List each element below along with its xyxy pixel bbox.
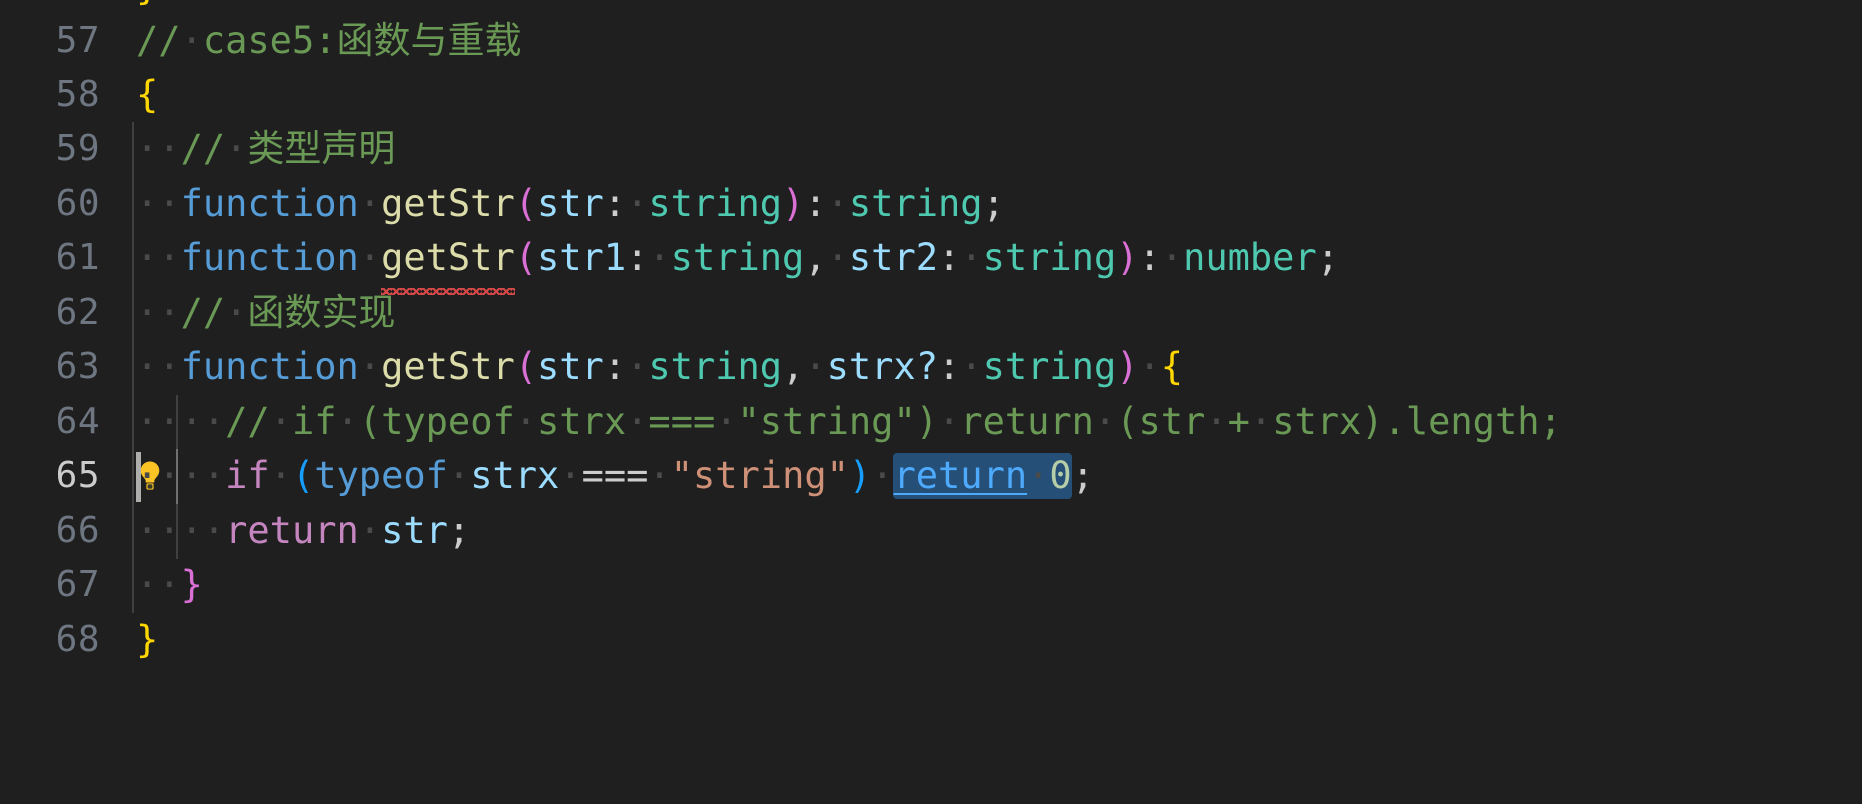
code-line-66[interactable]: ····return·str; xyxy=(118,504,1862,559)
selected-text-return-zero[interactable]: return·0 xyxy=(136,452,1072,502)
code-editor[interactable]: 56 57 58 59 60 61 62 63 64 65 66 67 68 }… xyxy=(0,0,1862,804)
code-line-68[interactable]: } xyxy=(118,613,1862,668)
editor-gutter[interactable]: 56 57 58 59 60 61 62 63 64 65 66 67 68 xyxy=(0,0,118,804)
code-line-63[interactable]: ··function·getStr(str:·string,·strx?:·st… xyxy=(118,340,1862,395)
line-number-68[interactable]: 68 xyxy=(0,613,100,668)
code-line-56[interactable]: } xyxy=(118,0,1862,15)
code-line-62[interactable]: ··//·函数实现 xyxy=(118,286,1862,341)
code-line-67[interactable]: ··} xyxy=(118,558,1862,613)
code-line-61[interactable]: ··function·getStr (str1:·string,·str2:·st… xyxy=(118,231,1862,294)
line-number-57[interactable]: 57 xyxy=(0,14,100,69)
function-implementation-signature: ··function·getStr(str:·string,·strx?:·st… xyxy=(136,345,1184,388)
code-line-57[interactable]: //·case5:函数与重载 xyxy=(118,14,1862,69)
return-str-statement: ····return·str; xyxy=(136,509,471,552)
code-line-65[interactable]: ····if·(typeof·strx·===·"string")· return… xyxy=(118,449,1862,504)
line-number-66[interactable]: 66 xyxy=(0,504,100,559)
code-line-58[interactable]: { xyxy=(118,68,1862,123)
code-line-64[interactable]: ····//·if·(typeof·strx·===·"string")·ret… xyxy=(118,395,1862,450)
code-line-59[interactable]: ··//·类型声明 xyxy=(118,122,1862,177)
comment-type-declaration: ··//·类型声明 xyxy=(136,127,396,170)
line-number-65[interactable]: 65 xyxy=(0,449,100,504)
if-statement-with-selection: ····if·(typeof·strx·===·"string")· return… xyxy=(136,449,1094,504)
comment-commented-out-return: ····//·if·(typeof·strx·===·"string")·ret… xyxy=(136,400,1562,443)
line-number-58[interactable]: 58 xyxy=(0,68,100,123)
comment-case5: //·case5:函数与重载 xyxy=(136,19,522,62)
error-squiggle-getStr: getStr xyxy=(381,231,515,294)
closing-brace-function: ··} xyxy=(136,563,203,606)
overload-signature-1: ··function·getStr(str:·string):·string; xyxy=(136,182,1005,225)
line-number-64[interactable]: 64 xyxy=(0,395,100,450)
text-cursor xyxy=(136,452,141,502)
line-number-63[interactable]: 63 xyxy=(0,340,100,395)
line-number-56[interactable]: 56 xyxy=(0,0,100,15)
line-number-67[interactable]: 67 xyxy=(0,558,100,613)
comment-implementation: ··//·函数实现 xyxy=(136,291,396,334)
line-number-59[interactable]: 59 xyxy=(0,122,100,177)
overload-signature-2: ··function·getStr (str1:·string,·str2:·st… xyxy=(136,231,1339,294)
code-line-60[interactable]: ··function·getStr(str:·string):·string; xyxy=(118,177,1862,232)
line-number-60[interactable]: 60 xyxy=(0,177,100,232)
closing-brace-block: } xyxy=(136,618,159,661)
return-keyword-link[interactable]: return xyxy=(893,454,1027,497)
code-content[interactable]: } //·case5:函数与重载 { ··//·类型声明 ··function·… xyxy=(118,0,1862,804)
line-number-61[interactable]: 61 xyxy=(0,231,100,286)
line-number-62[interactable]: 62 xyxy=(0,286,100,341)
